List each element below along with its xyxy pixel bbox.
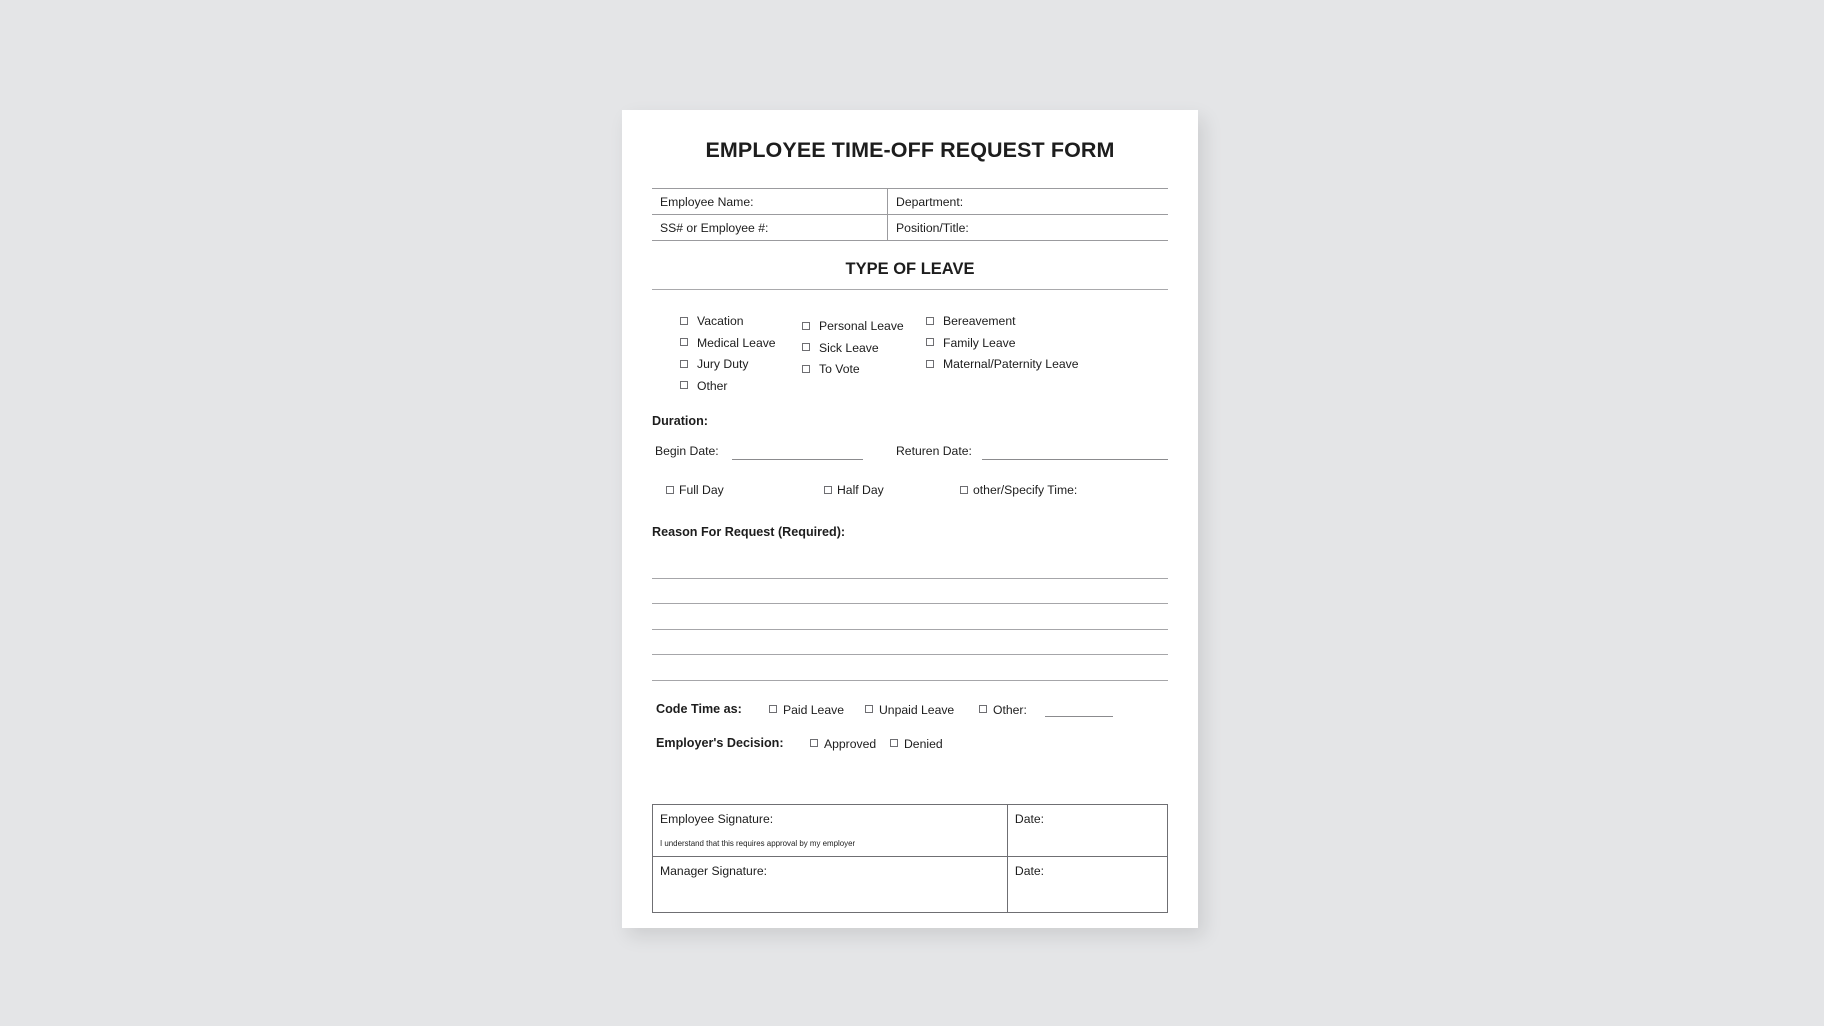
employer-decision-label: Employer's Decision: (656, 735, 784, 750)
code-time-section: Code Time as: Paid Leave Unpaid Leave Ot… (652, 701, 1168, 723)
checkbox-icon[interactable] (802, 321, 810, 330)
employee-signature-cell[interactable]: Employee Signature: I understand that th… (652, 803, 1008, 857)
checkbox-item-other-specify-time[interactable]: other/Specify Time: (960, 481, 1077, 499)
form-content: EMPLOYEE TIME-OFF REQUEST FORM Employee … (652, 110, 1169, 928)
checkbox-icon[interactable] (926, 359, 934, 368)
checkbox-label: Personal Leave (819, 318, 904, 333)
checkbox-item-approved[interactable]: Approved (810, 735, 876, 753)
type-of-leave-options: Vacation Medical Leave Jury Duty Other P… (652, 312, 1168, 408)
employer-decision-section: Employer's Decision: Approved Denied (652, 735, 1168, 757)
checkbox-label: Family Leave (943, 335, 1016, 350)
checkbox-item-full-day[interactable]: Full Day (666, 481, 724, 499)
employee-info-table: Employee Name: Department: SS# or Employ… (652, 188, 1168, 241)
duration-date-row: Begin Date: Returen Date: (652, 442, 1168, 466)
reason-line[interactable] (652, 604, 1168, 630)
checkbox-item-jury-duty[interactable]: Jury Duty (680, 355, 776, 377)
checkbox-item-personal-leave[interactable]: Personal Leave (802, 317, 904, 339)
employee-signature-fineprint: I understand that this requires approval… (660, 837, 856, 848)
checkbox-label: Other (697, 378, 728, 393)
checkbox-icon[interactable] (680, 359, 688, 368)
reason-heading: Reason For Request (Required): (652, 525, 846, 539)
checkbox-item-sick-leave[interactable]: Sick Leave (802, 339, 904, 361)
type-of-leave-heading: TYPE OF LEAVE (845, 260, 975, 278)
checkbox-label: Half Day (837, 482, 884, 497)
leave-column-3: Bereavement Family Leave Maternal/Patern… (926, 312, 1079, 377)
reason-line[interactable] (652, 579, 1168, 604)
checkbox-icon[interactable] (680, 316, 688, 325)
employee-date-cell[interactable]: Date: (1006, 803, 1169, 857)
checkbox-item-denied[interactable]: Denied (890, 735, 943, 753)
signature-table: Employee Signature: I understand that th… (652, 803, 1169, 913)
checkbox-icon[interactable] (960, 485, 968, 494)
manager-date-cell[interactable]: Date: (1006, 855, 1169, 913)
code-other-input-line[interactable] (1045, 715, 1113, 717)
checkbox-item-half-day[interactable]: Half Day (824, 481, 884, 499)
checkbox-item-unpaid-leave[interactable]: Unpaid Leave (865, 701, 954, 719)
begin-date-label: Begin Date: (655, 444, 719, 458)
checkbox-label: To Vote (819, 361, 860, 376)
form-page-sheet: EMPLOYEE TIME-OFF REQUEST FORM Employee … (622, 110, 1198, 928)
checkbox-item-other[interactable]: Other (680, 377, 776, 399)
checkbox-label: Vacation (697, 313, 744, 328)
reason-line[interactable] (652, 630, 1168, 655)
checkbox-label: Full Day (679, 482, 724, 497)
checkbox-item-medical-leave[interactable]: Medical Leave (680, 334, 776, 356)
checkbox-label: Bereavement (943, 313, 1016, 328)
reason-line[interactable] (652, 553, 1168, 579)
table-row: Employee Name: Department: (652, 188, 1168, 215)
checkbox-label: Sick Leave (819, 340, 879, 355)
reason-line[interactable] (652, 655, 1168, 681)
checkbox-icon[interactable] (666, 485, 674, 494)
duration-daytype-row: Full Day Half Day other/Specify Time: (652, 481, 1168, 503)
checkbox-label: Maternal/Paternity Leave (943, 356, 1079, 371)
checkbox-label: Unpaid Leave (879, 702, 955, 717)
leave-column-1: Vacation Medical Leave Jury Duty Other (680, 312, 776, 398)
checkbox-label: Other: (993, 702, 1027, 717)
duration-heading: Duration: (652, 414, 708, 428)
checkbox-icon[interactable] (926, 316, 934, 325)
checkbox-icon[interactable] (802, 364, 810, 373)
checkbox-icon[interactable] (865, 705, 873, 714)
checkbox-icon[interactable] (926, 338, 934, 347)
checkbox-item-vacation[interactable]: Vacation (680, 312, 776, 334)
page-title: EMPLOYEE TIME-OFF REQUEST FORM (705, 138, 1115, 162)
checkbox-label: Denied (904, 736, 943, 751)
table-row: Manager Signature: Date: (652, 855, 1169, 913)
code-time-label: Code Time as: (656, 701, 742, 716)
checkbox-label: Paid Leave (783, 702, 844, 717)
checkbox-label: other/Specify Time: (973, 482, 1078, 497)
checkbox-item-family-leave[interactable]: Family Leave (926, 334, 1079, 356)
checkbox-icon[interactable] (680, 381, 688, 390)
return-date-input-line[interactable] (982, 459, 1168, 460)
department-field[interactable]: Department: (887, 188, 1168, 215)
checkbox-icon[interactable] (769, 705, 777, 714)
checkbox-icon[interactable] (810, 739, 818, 748)
checkbox-icon[interactable] (979, 705, 987, 714)
table-row: SS# or Employee #: Position/Title: (652, 214, 1168, 241)
return-date-label: Returen Date: (896, 444, 972, 458)
checkbox-item-to-vote[interactable]: To Vote (802, 360, 904, 382)
checkbox-item-maternal-paternity-leave[interactable]: Maternal/Paternity Leave (926, 355, 1079, 377)
checkbox-icon[interactable] (890, 739, 898, 748)
manager-signature-cell[interactable]: Manager Signature: (652, 855, 1008, 913)
employee-name-field[interactable]: Employee Name: (652, 188, 889, 215)
checkbox-label: Jury Duty (697, 356, 749, 371)
duration-section: Duration: Begin Date: Returen Date: Full… (652, 414, 1168, 503)
checkbox-icon[interactable] (802, 343, 810, 352)
checkbox-icon[interactable] (824, 485, 832, 494)
employee-signature-label: Employee Signature: (660, 811, 774, 826)
checkbox-item-code-other[interactable]: Other: (979, 701, 1027, 719)
begin-date-input-line[interactable] (732, 459, 863, 460)
checkbox-item-bereavement[interactable]: Bereavement (926, 312, 1079, 334)
checkbox-label: Medical Leave (697, 335, 776, 350)
checkbox-item-paid-leave[interactable]: Paid Leave (769, 701, 844, 719)
type-of-leave-divider (652, 289, 1168, 290)
position-title-field[interactable]: Position/Title: (887, 214, 1168, 241)
checkbox-icon[interactable] (680, 338, 688, 347)
checkbox-label: Approved (824, 736, 877, 751)
leave-column-2: Personal Leave Sick Leave To Vote (802, 317, 904, 382)
table-row: Employee Signature: I understand that th… (652, 803, 1169, 857)
ss-employee-number-field[interactable]: SS# or Employee #: (652, 214, 889, 241)
reason-input-lines (652, 553, 1168, 681)
